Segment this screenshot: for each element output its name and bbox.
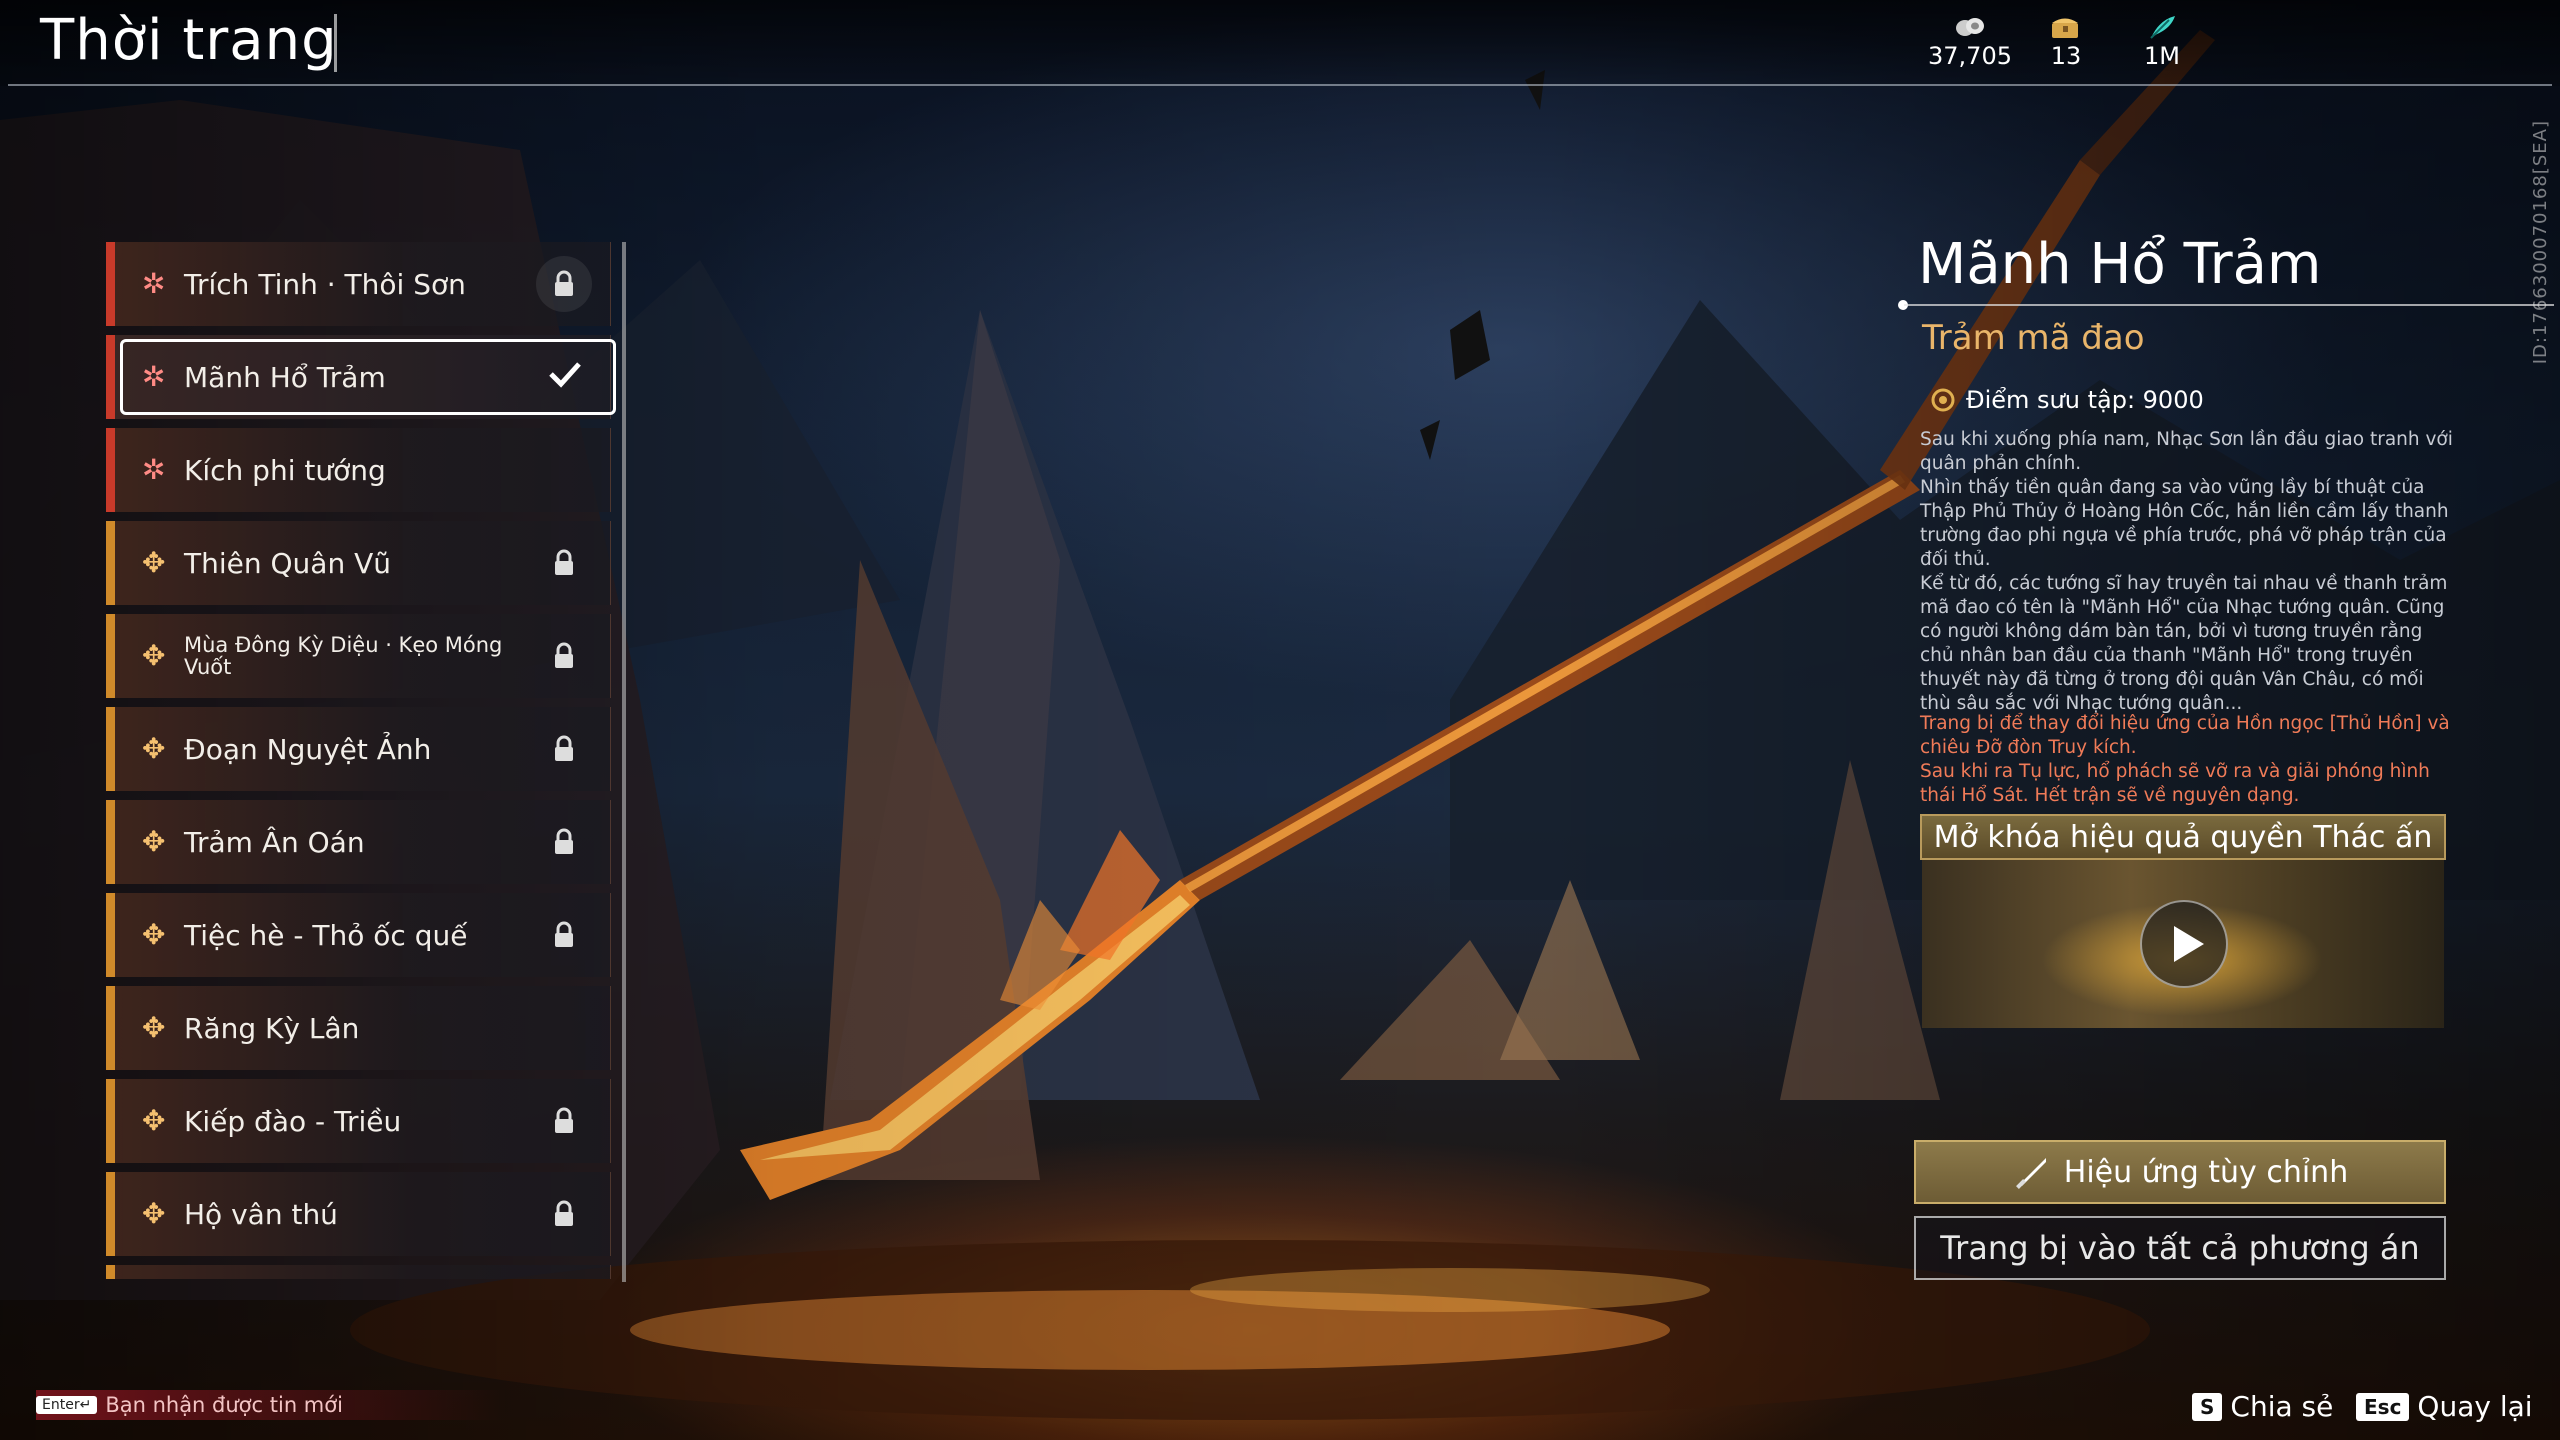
currency-feathers-value: 1M bbox=[2144, 42, 2180, 70]
item-description: Sau khi xuống phía nam, Nhạc Sơn lần đầu… bbox=[1920, 429, 2453, 714]
top-divider bbox=[8, 84, 2552, 86]
list-item[interactable]: ✥ Kiếp đào - Triều bbox=[106, 1079, 611, 1163]
item-name: Mãnh Hổ Trảm bbox=[1918, 232, 2322, 297]
share-key: S bbox=[2192, 1392, 2223, 1421]
title-separator bbox=[334, 14, 337, 72]
rarity-bar bbox=[106, 707, 115, 791]
star-icon: ✲ bbox=[142, 453, 166, 486]
list-item-label: Mãnh Hổ Trảm bbox=[184, 360, 386, 394]
list-item-label: Kích phi tướng bbox=[184, 453, 386, 487]
notification-bar[interactable]: Enter↵ Bạn nhận được tin mới bbox=[36, 1390, 506, 1420]
list-item-label: Trảm Ân Oán bbox=[184, 825, 365, 859]
custom-effect-label: Hiệu ứng tùy chỉnh bbox=[2063, 1154, 2349, 1190]
list-item-label: Mùa Đông Kỳ Diệu · Kẹo Móng Vuốt bbox=[184, 633, 503, 679]
collection-points-icon bbox=[1930, 387, 1956, 413]
title-divider bbox=[1904, 304, 2554, 306]
back-label: Quay lại bbox=[2417, 1390, 2533, 1423]
feather-icon bbox=[2145, 14, 2179, 40]
list-item-label: Tiệc hè - Thỏ ốc quế bbox=[184, 918, 468, 952]
star-icon: ✲ bbox=[142, 360, 166, 393]
lock-icon bbox=[552, 828, 576, 856]
rarity-bar bbox=[106, 614, 115, 698]
list-item[interactable]: ✥ Đoạn Nguyệt Ảnh bbox=[106, 707, 611, 791]
rarity-bar bbox=[106, 1172, 115, 1256]
list-item[interactable]: ✲ Kích phi tướng bbox=[106, 428, 611, 512]
currency-feathers: 1M bbox=[2107, 14, 2217, 70]
list-item-label: Thiên Quân Vũ bbox=[184, 546, 391, 580]
lock-icon bbox=[552, 921, 576, 949]
rarity-bar bbox=[106, 1079, 115, 1163]
lock-icon bbox=[552, 549, 576, 577]
server-id: ID:1766300070168[SEA] bbox=[2530, 120, 2551, 365]
coin-pile-icon bbox=[1953, 14, 1987, 40]
lock-icon bbox=[552, 735, 576, 763]
cross-icon: ✥ bbox=[142, 825, 166, 858]
rarity-bar bbox=[106, 986, 115, 1070]
cross-icon: ✥ bbox=[142, 546, 166, 579]
play-icon[interactable] bbox=[2140, 900, 2228, 988]
cross-icon: ✥ bbox=[142, 639, 166, 672]
currency-chests: 13 bbox=[2011, 14, 2121, 70]
skin-list: ✲ Trích Tinh · Thôi Sơn ✲ Mãnh Hổ Trảm ✲… bbox=[106, 242, 616, 1282]
item-effect: Trang bị để thay đổi hiệu ứng của Hồn ng… bbox=[1920, 713, 2450, 806]
currency-coins-value: 37,705 bbox=[1928, 42, 2012, 70]
list-item-label: Kiếp đào - Triều bbox=[184, 1104, 402, 1138]
rarity-bar bbox=[106, 428, 115, 512]
sword-icon bbox=[2012, 1152, 2052, 1192]
rarity-bar bbox=[106, 800, 115, 884]
esc-key: Esc bbox=[2356, 1392, 2410, 1421]
list-item[interactable]: ✥ Tiệc hè - Thỏ ốc quế bbox=[106, 893, 611, 977]
list-item-selected[interactable]: ✲ Mãnh Hổ Trảm bbox=[106, 335, 616, 419]
item-type: Trảm mã đao bbox=[1922, 318, 2145, 358]
lock-icon bbox=[552, 1107, 576, 1135]
custom-effect-button[interactable]: Hiệu ứng tùy chỉnh bbox=[1914, 1140, 2446, 1204]
list-item-label: Đoạn Nguyệt Ảnh bbox=[184, 732, 432, 766]
list-item[interactable]: ✥ Trảm Ân Oán bbox=[106, 800, 611, 884]
rarity-bar bbox=[106, 1265, 115, 1279]
rarity-bar bbox=[106, 893, 115, 977]
rarity-bar bbox=[106, 242, 115, 326]
cross-icon: ✥ bbox=[142, 732, 166, 765]
list-item[interactable]: ✥ Răng Kỳ Lân bbox=[106, 986, 611, 1070]
list-item[interactable]: ✥ Mùa Đông Kỳ Diệu · Kẹo Móng Vuốt bbox=[106, 614, 611, 698]
back-button[interactable]: Esc Quay lại bbox=[2356, 1390, 2533, 1423]
list-item-partial[interactable] bbox=[106, 1265, 611, 1279]
cross-icon: ✥ bbox=[142, 1104, 166, 1137]
unlock-effect-header: Mở khóa hiệu quả quyền Thác ấn bbox=[1920, 814, 2446, 860]
list-item[interactable]: ✲ Trích Tinh · Thôi Sơn bbox=[106, 242, 611, 326]
enter-key-hint: Enter↵ bbox=[36, 1396, 98, 1414]
effect-preview-video[interactable] bbox=[1922, 860, 2444, 1028]
list-item-label: Hộ vân thú bbox=[184, 1197, 338, 1231]
list-item[interactable]: ✥ Thiên Quân Vũ bbox=[106, 521, 611, 605]
cross-icon: ✥ bbox=[142, 1197, 166, 1230]
cross-icon: ✥ bbox=[142, 918, 166, 951]
lock-icon bbox=[552, 1200, 576, 1228]
list-item-label: Răng Kỳ Lân bbox=[184, 1011, 360, 1045]
currency-coins: 37,705 bbox=[1915, 14, 2025, 70]
equip-all-button[interactable]: Trang bị vào tất cả phương án bbox=[1914, 1216, 2446, 1280]
list-item[interactable]: ✥ Hộ vân thú bbox=[106, 1172, 611, 1256]
notification-text: Bạn nhận được tin mới bbox=[105, 1393, 343, 1417]
collection-points: Điểm sưu tập: 9000 bbox=[1930, 386, 2204, 414]
lock-icon bbox=[552, 642, 576, 670]
currency-chests-value: 13 bbox=[2050, 42, 2082, 70]
share-label: Chia sẻ bbox=[2230, 1390, 2334, 1423]
share-button[interactable]: S Chia sẻ bbox=[2192, 1390, 2333, 1423]
rarity-bar bbox=[106, 335, 115, 419]
lock-icon bbox=[552, 270, 576, 298]
checkmark-icon bbox=[548, 359, 582, 388]
list-scrollbar[interactable] bbox=[622, 242, 626, 1282]
page-title: Thời trang bbox=[40, 8, 338, 73]
list-item-label: Trích Tinh · Thôi Sơn bbox=[184, 267, 466, 301]
treasure-chest-icon bbox=[2049, 14, 2083, 40]
star-icon: ✲ bbox=[142, 267, 166, 300]
cross-icon: ✥ bbox=[142, 1011, 166, 1044]
collection-points-text: Điểm sưu tập: 9000 bbox=[1966, 386, 2204, 414]
rarity-bar bbox=[106, 521, 115, 605]
